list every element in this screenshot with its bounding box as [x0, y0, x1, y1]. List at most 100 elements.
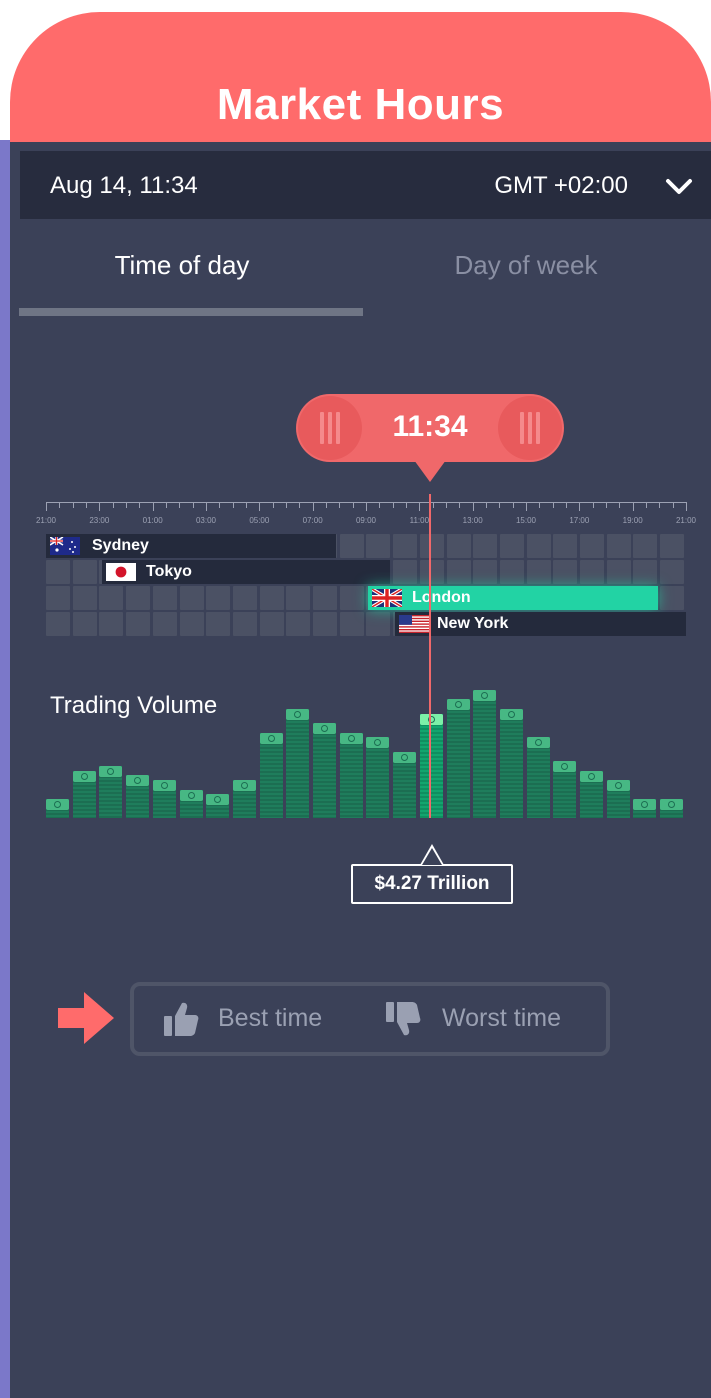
session-tokyo[interactable]: Tokyo	[102, 560, 390, 584]
grid-cell	[46, 612, 70, 636]
ruler-tick	[632, 502, 634, 511]
cash-icon	[313, 723, 336, 735]
worst-time-label: Worst time	[442, 1004, 561, 1032]
cash-icon	[446, 699, 470, 711]
grid-cell	[660, 534, 685, 558]
volume-bar[interactable]	[46, 799, 69, 818]
ruler-tick	[366, 502, 367, 511]
volume-chart[interactable]	[46, 672, 686, 818]
ruler-label: 17:00	[569, 516, 590, 525]
cash-icon	[46, 799, 69, 811]
session-london[interactable]: London	[368, 586, 658, 610]
session-new-york[interactable]: New York	[395, 612, 686, 636]
volume-bar[interactable]	[526, 737, 550, 818]
grid-cell	[606, 534, 631, 558]
volume-bar[interactable]	[339, 732, 363, 818]
ruler-label: 21:00	[675, 516, 697, 525]
volume-bar[interactable]	[232, 780, 256, 818]
grid-cell	[313, 612, 337, 636]
grid-cell	[553, 560, 578, 584]
volume-bar[interactable]	[473, 690, 497, 818]
grid-cell	[526, 560, 551, 584]
grid-cell	[446, 534, 471, 558]
volume-bar[interactable]	[446, 699, 470, 818]
ruler-tick	[126, 502, 127, 508]
page-title: Market Hours	[216, 80, 505, 129]
ruler-label: 09:00	[355, 516, 377, 525]
grid-cell	[633, 534, 658, 558]
timezone-selector[interactable]: Aug 14, 11:34 GMT +02:00	[20, 151, 711, 219]
ruler-tick	[86, 502, 87, 508]
ruler-tick	[219, 502, 221, 508]
callout-pointer-inner	[422, 848, 442, 865]
grid-cell	[553, 534, 578, 558]
time-slider-handle[interactable]: 11:34	[296, 394, 564, 462]
volume-bar[interactable]	[606, 780, 630, 818]
grid-cell	[366, 534, 391, 558]
grid-cell	[72, 612, 97, 636]
grid-cell	[366, 612, 391, 636]
volume-bar[interactable]	[633, 799, 657, 818]
ruler-tick	[379, 502, 381, 508]
chevron-down-icon[interactable]	[664, 175, 694, 197]
volume-bar[interactable]	[259, 732, 283, 818]
cash-icon	[99, 765, 123, 777]
thumbs-up-icon	[164, 1002, 199, 1036]
volume-bar[interactable]	[99, 765, 123, 818]
volume-bar[interactable]	[206, 794, 230, 818]
drag-grip-right-icon[interactable]	[498, 396, 562, 460]
volume-bar[interactable]	[499, 708, 523, 818]
grid-cell	[580, 534, 604, 558]
cash-icon	[152, 780, 176, 792]
volume-bar[interactable]	[393, 751, 417, 818]
ruler-label: 23:00	[89, 516, 110, 525]
volume-bar[interactable]	[419, 713, 443, 818]
volume-bar[interactable]	[126, 775, 150, 818]
tab-time-of-day[interactable]: Time of day	[10, 250, 354, 281]
volume-bar[interactable]	[179, 789, 203, 818]
ruler-tick	[459, 502, 461, 508]
cash-icon	[393, 751, 417, 763]
volume-bar[interactable]	[313, 723, 336, 818]
cash-icon	[473, 690, 497, 701]
ruler-tick	[139, 502, 141, 508]
ruler-tick	[232, 502, 234, 508]
ruler-tick	[392, 502, 394, 508]
ruler-tick	[152, 502, 154, 511]
grid-cell	[46, 560, 70, 584]
grid-cell	[152, 586, 177, 610]
tab-day-of-week[interactable]: Day of week	[354, 250, 698, 281]
volume-bar[interactable]	[553, 761, 577, 818]
ruler-label: 19:00	[622, 516, 643, 525]
ruler-tick	[606, 502, 607, 508]
grid-cell	[499, 534, 524, 558]
grid-cell	[46, 586, 70, 610]
cash-icon	[633, 799, 657, 811]
session-name: Sydney	[92, 537, 149, 554]
current-date: Aug 14, 11:34	[50, 172, 198, 199]
ruler-tick	[166, 502, 167, 508]
volume-bar[interactable]	[286, 708, 310, 818]
active-tab-indicator	[19, 308, 363, 316]
session-sydney[interactable]: Sydney	[46, 534, 336, 558]
grid-cell	[633, 560, 658, 584]
volume-bar[interactable]	[72, 770, 96, 818]
volume-bar[interactable]	[580, 770, 603, 818]
ruler-tick	[286, 502, 287, 508]
ruler-label: 03:00	[195, 516, 217, 525]
ruler-label: 07:00	[302, 516, 323, 525]
cash-icon	[206, 794, 230, 806]
grid-cell	[419, 560, 444, 584]
timezone-label: GMT +02:00	[494, 172, 628, 199]
volume-bar[interactable]	[152, 780, 176, 818]
grid-cell	[580, 560, 604, 584]
ruler-tick	[46, 502, 47, 511]
ruler-label: 01:00	[142, 516, 163, 525]
grid-cell	[313, 586, 337, 610]
ruler-tick	[246, 502, 247, 508]
volume-bar[interactable]	[366, 737, 390, 818]
volume-bar[interactable]	[660, 799, 684, 818]
grid-cell	[99, 612, 124, 636]
ruler-tick	[432, 502, 434, 508]
flag-jp-icon	[106, 563, 136, 581]
